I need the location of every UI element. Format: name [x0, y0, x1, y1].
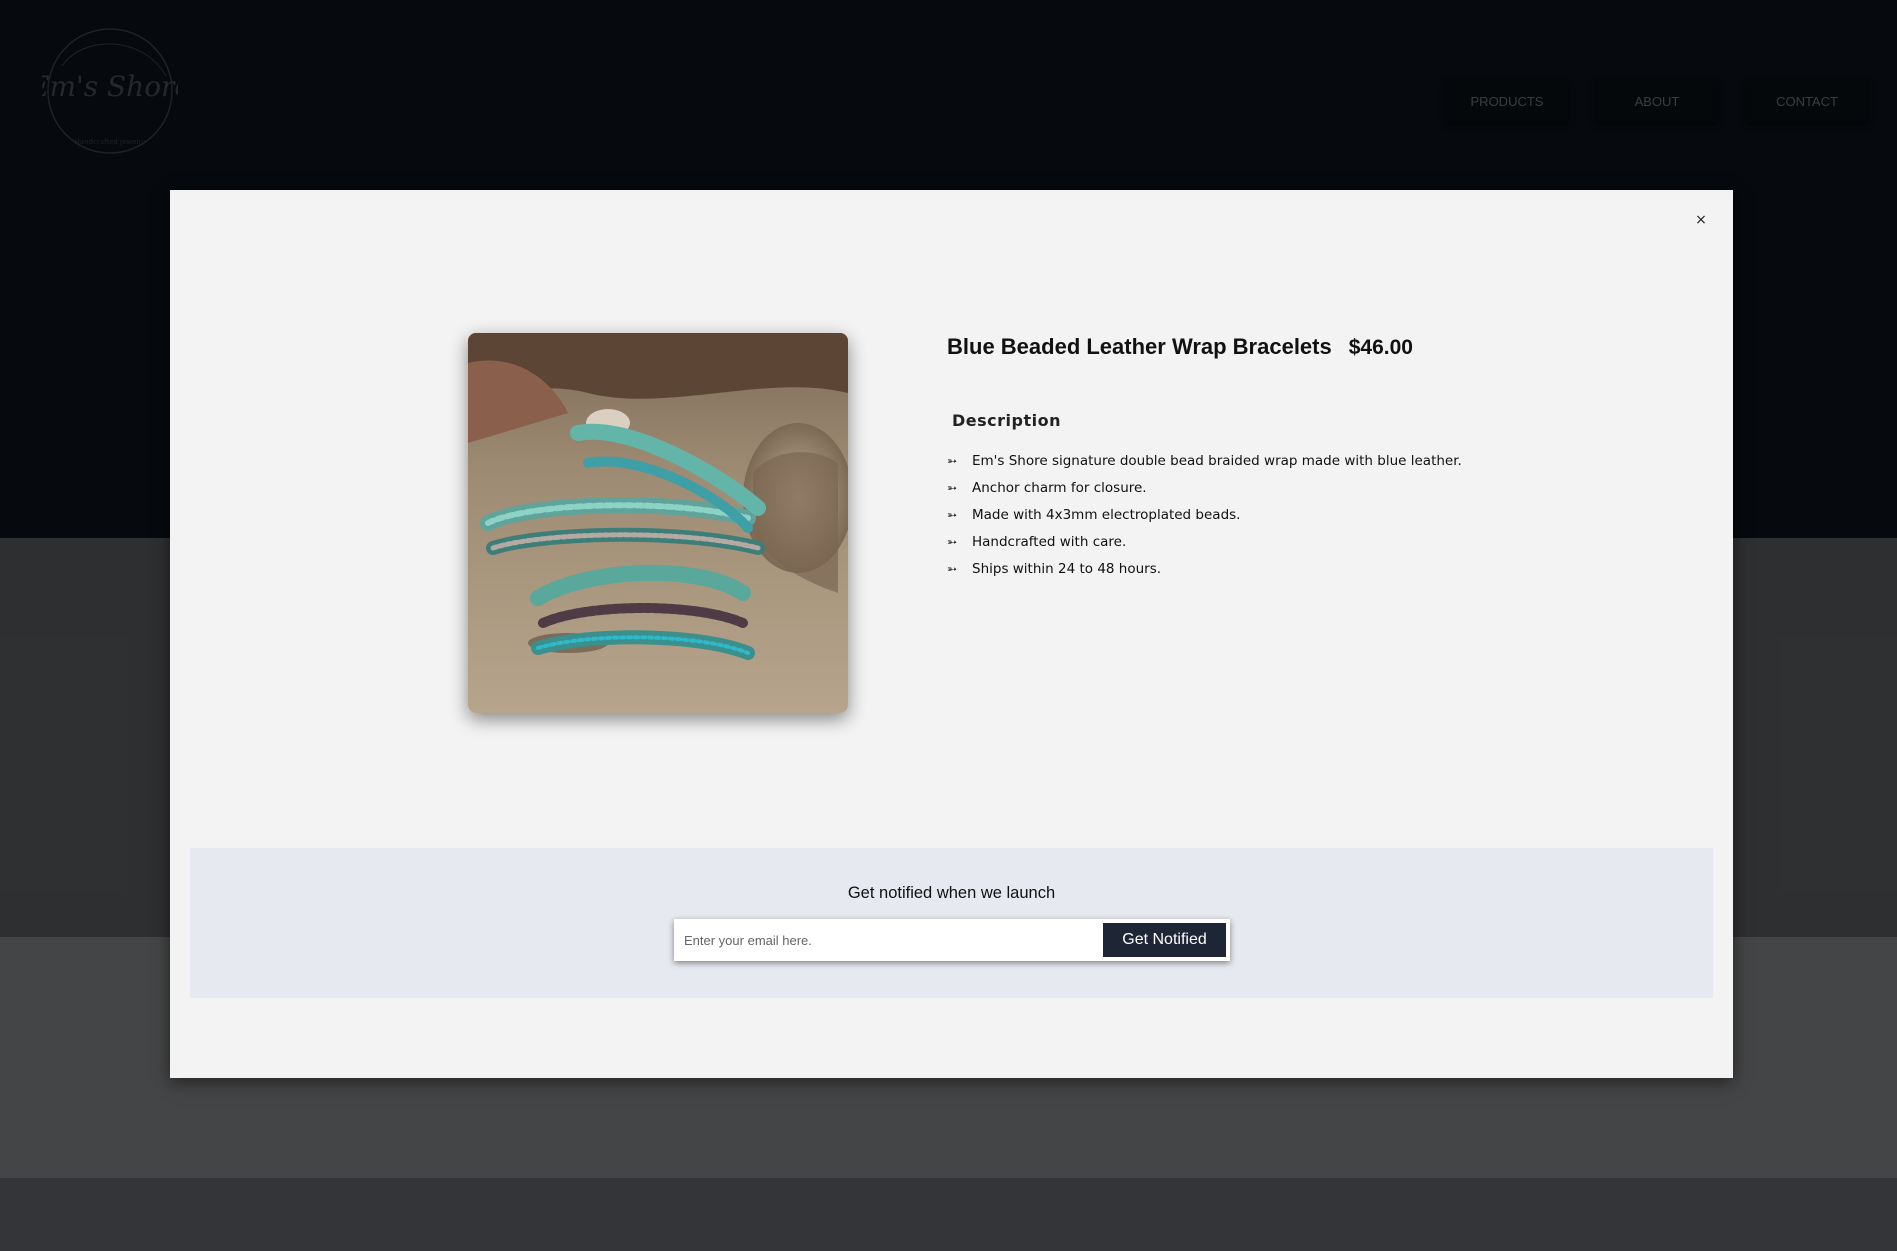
feature-text: Made with 4x3mm electroplated beads. — [972, 506, 1241, 523]
product-title: Blue Beaded Leather Wrap Bracelets — [947, 334, 1332, 359]
notify-form: Get Notified — [674, 919, 1230, 961]
feature-item: ➳ Anchor charm for closure. — [947, 474, 1647, 501]
arrow-icon: ➳ — [947, 534, 958, 549]
product-image — [468, 333, 848, 713]
feature-list: ➳ Em's Shore signature double bead braide… — [947, 447, 1647, 582]
arrow-icon: ➳ — [947, 480, 958, 495]
feature-text: Em's Shore signature double bead braided… — [972, 452, 1462, 469]
feature-item: ➳ Handcrafted with care. — [947, 528, 1647, 555]
feature-text: Anchor charm for closure. — [972, 479, 1147, 496]
get-notified-button[interactable]: Get Notified — [1103, 923, 1226, 957]
notify-heading: Get notified when we launch — [847, 884, 1056, 902]
feature-text: Handcrafted with care. — [972, 533, 1127, 550]
arrow-icon: ➳ — [947, 561, 958, 576]
bracelet-photo — [468, 333, 848, 713]
notify-section: Get notified when we launch Get Notified — [190, 848, 1713, 998]
email-input[interactable] — [674, 921, 1103, 959]
feature-item: ➳ Em's Shore signature double bead braide… — [947, 447, 1647, 474]
close-button[interactable]: × — [1691, 210, 1711, 230]
feature-item: ➳ Ships within 24 to 48 hours. — [947, 555, 1647, 582]
arrow-icon: ➳ — [947, 453, 958, 468]
feature-item: ➳ Made with 4x3mm electroplated beads. — [947, 501, 1647, 528]
product-modal: × Blue Beaded Leather Wrap Bracelets $46… — [170, 190, 1733, 1078]
description-heading: Description — [952, 411, 1061, 430]
arrow-icon: ➳ — [947, 507, 958, 522]
feature-text: Ships within 24 to 48 hours. — [972, 560, 1162, 577]
title-row: Blue Beaded Leather Wrap Bracelets $46.0… — [947, 334, 1647, 360]
product-info: Blue Beaded Leather Wrap Bracelets $46.0… — [947, 334, 1647, 582]
product-price: $46.00 — [1348, 336, 1413, 359]
